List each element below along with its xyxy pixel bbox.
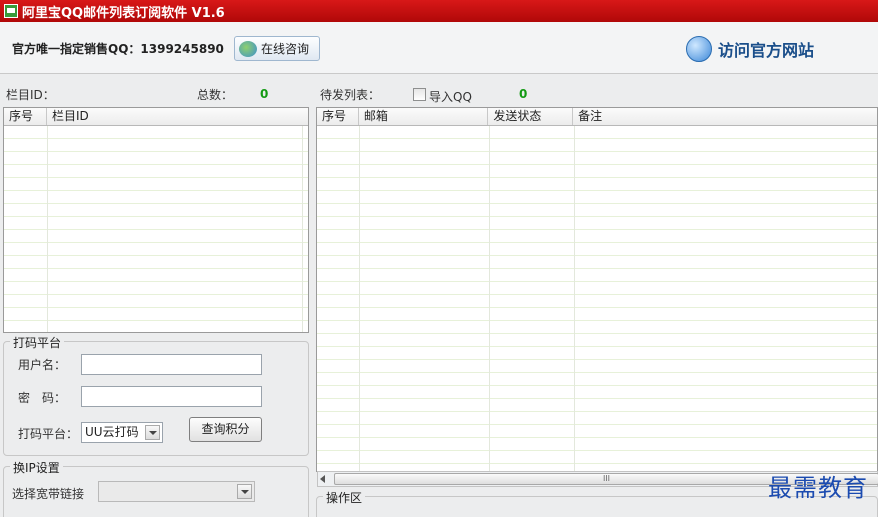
col-header-email[interactable]: 邮箱 [359,108,489,125]
scroll-grip: III [602,474,611,483]
username-label: 用户名： [18,358,67,372]
platform-selected-value: UU云打码 [85,425,139,439]
operation-area-group-title: 操作区 [323,489,366,506]
column-id-label: 栏目ID： [6,88,55,102]
scroll-left-arrow-icon[interactable] [320,475,325,483]
pending-list-label: 待发列表： [320,88,381,102]
app-icon [4,4,18,18]
col-header-column-id[interactable]: 栏目ID [47,108,308,125]
import-qq-label: 导入QQ [429,90,472,104]
username-input[interactable] [81,354,262,375]
password-label: 密 码： [18,391,67,405]
ip-settings-group-title: 换IP设置 [10,459,63,476]
col-header-send-status[interactable]: 发送状态 [488,108,574,125]
sales-qq-text: 官方唯一指定销售QQ：1399245890 [12,42,224,56]
col-header-remark[interactable]: 备注 [573,108,877,125]
title-bar: 阿里宝QQ邮件列表订阅软件 V1.6 [0,0,878,22]
broadband-select[interactable] [98,481,255,502]
col-header-index[interactable]: 序号 [317,108,359,125]
visit-official-site-label: 访问官方网站 [718,41,815,60]
watermark-text: 最需教育 [768,474,868,502]
platform-label: 打码平台： [18,427,79,441]
pending-count: 0 [519,87,528,101]
chat-icon [239,40,257,57]
broadband-label: 选择宽带链接 [12,487,85,501]
platform-select[interactable]: UU云打码 [81,422,163,443]
column-id-grid[interactable]: 序号 栏目ID [3,107,309,333]
query-points-button[interactable]: 查询积分 [189,417,262,442]
pending-list-grid[interactable]: 序号 邮箱 发送状态 备注 [316,107,878,472]
import-qq-checkbox[interactable] [413,88,426,101]
column-id-grid-header: 序号 栏目ID [4,108,308,126]
total-label: 总数： [197,88,234,102]
online-consult-button[interactable]: 在线咨询 [234,36,320,61]
pending-list-grid-body[interactable] [317,126,877,471]
chevron-down-icon[interactable] [145,425,160,440]
pending-list-grid-header: 序号 邮箱 发送状态 备注 [317,108,877,126]
password-input[interactable] [81,386,262,407]
chevron-down-icon[interactable] [237,484,252,499]
visit-official-site-link[interactable]: 访问官方网站 [686,36,814,62]
captcha-platform-group-title: 打码平台 [10,334,65,351]
window-title: 阿里宝QQ邮件列表订阅软件 V1.6 [22,5,225,21]
online-consult-label: 在线咨询 [261,42,310,56]
column-id-grid-body[interactable] [4,126,308,332]
globe-icon [686,36,712,62]
top-bar: 官方唯一指定销售QQ：1399245890 在线咨询 访问官方网站 [0,22,878,74]
col-header-index[interactable]: 序号 [4,108,47,125]
total-count: 0 [260,87,269,101]
